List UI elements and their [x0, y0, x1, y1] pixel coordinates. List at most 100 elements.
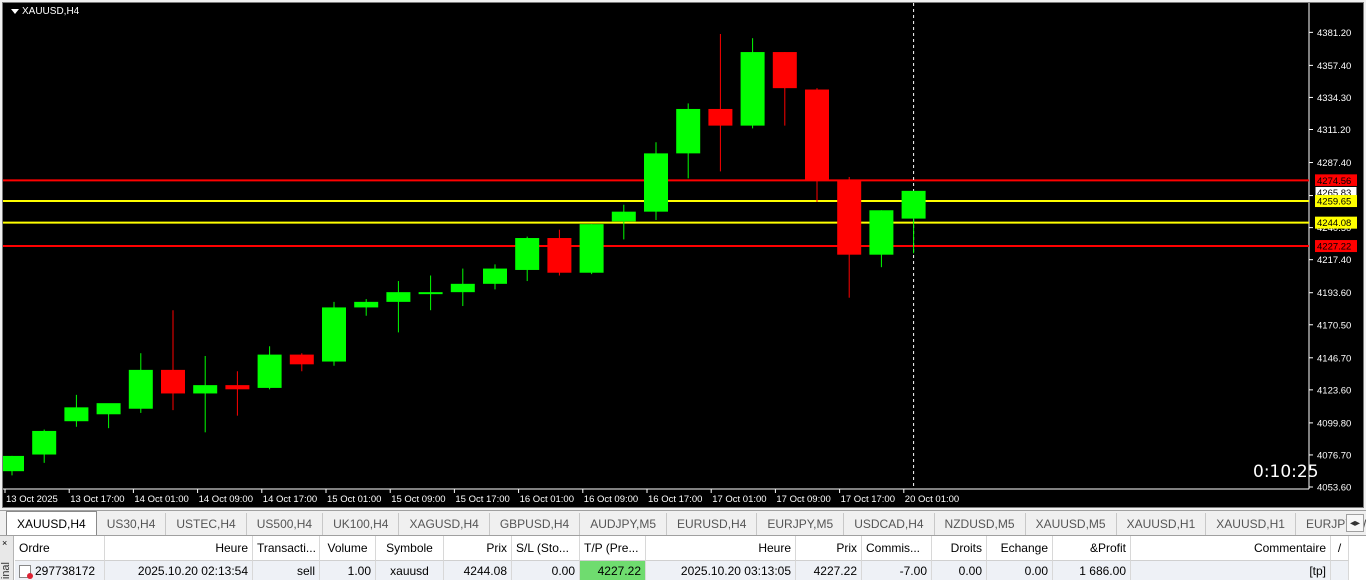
tab-usdcad-h4[interactable]: USDCAD,H4 — [844, 513, 935, 535]
tab-scroll-arrows-icon[interactable]: ◂▸ — [1346, 514, 1364, 532]
bull-candle — [901, 190, 926, 219]
price-tick-label: 4311.20 — [1317, 125, 1351, 136]
time-tick-label: 14 Oct 17:00 — [263, 494, 317, 505]
table-cell: [tp] — [1131, 561, 1331, 580]
table-cell: 4227.22 — [796, 561, 862, 580]
table-cell: 1.00 — [320, 561, 376, 580]
table-row[interactable]: 297738172 2025.10.20 02:13:54 sell 1.00 xauu… — [15, 561, 1349, 580]
bull-candle — [96, 403, 121, 415]
column-header[interactable]: Prix — [444, 536, 512, 561]
column-header[interactable]: / — [1331, 536, 1349, 561]
price-tick-label: 4287.40 — [1317, 158, 1351, 169]
time-tick-label: 17 Oct 17:00 — [841, 494, 895, 505]
chart-area[interactable]: 4381.204357.404334.304311.204287.404263.… — [2, 2, 1364, 508]
table-cell-value: 0.00 — [551, 564, 575, 578]
tab-gbpusd-h4[interactable]: GBPUSD,H4 — [490, 513, 581, 535]
table-cell: 2025.10.20 03:13:05 — [646, 561, 796, 580]
tab-us500-h4[interactable]: US500,H4 — [247, 513, 324, 535]
column-header[interactable]: Echange — [987, 536, 1053, 561]
time-tick-label: 13 Oct 2025 — [6, 494, 58, 505]
price-tick-label: 4334.30 — [1317, 93, 1351, 104]
time-tick-label: 17 Oct 09:00 — [776, 494, 830, 505]
price-tick-label: 4381.20 — [1317, 28, 1351, 39]
bull-candle — [386, 292, 411, 302]
terminal-side-strip: × inal — [0, 536, 14, 580]
column-header[interactable]: &Profit — [1053, 536, 1131, 561]
close-icon[interactable]: × — [2, 538, 7, 548]
tab-xauusd-h1[interactable]: XAUUSD,H1 — [1206, 513, 1296, 535]
tab-nzdusd-m5[interactable]: NZDUSD,M5 — [935, 513, 1026, 535]
bull-candle — [740, 52, 765, 126]
table-cell-value: 1.00 — [347, 564, 371, 578]
terminal-app: 4381.204357.404334.304311.204287.404263.… — [0, 0, 1366, 580]
time-tick-label: 15 Oct 17:00 — [455, 494, 509, 505]
price-label-text: 4227.22 — [1317, 242, 1351, 253]
table-cell: sell — [253, 561, 320, 580]
table-cell: 0.00 — [932, 561, 987, 580]
tab-xauusd-h1[interactable]: XAUUSD,H1 — [1117, 513, 1207, 535]
price-tick-label: 4099.80 — [1317, 418, 1351, 429]
chart-title: XAUUSD,H4 — [11, 6, 79, 17]
table-cell: 0.00 — [987, 561, 1053, 580]
table-cell-value: 4227.22 — [597, 564, 641, 578]
bull-candle — [611, 211, 636, 222]
bear-candle — [289, 354, 314, 365]
tab-xauusd-m5[interactable]: XAUUSD,M5 — [1026, 513, 1117, 535]
table-cell-value: 297738172 — [35, 564, 96, 578]
time-tick-label: 15 Oct 09:00 — [391, 494, 445, 505]
bull-candle — [579, 224, 604, 273]
tab-xagusd-h4[interactable]: XAGUSD,H4 — [399, 513, 490, 535]
tab-xauusd-h4[interactable]: XAUUSD,H4 — [6, 511, 97, 535]
price-tick-label: 4357.40 — [1317, 61, 1351, 72]
column-header[interactable]: Symbole — [376, 536, 444, 561]
tab-ustec-h4[interactable]: USTEC,H4 — [166, 513, 247, 535]
bear-candle — [772, 52, 797, 89]
column-header[interactable]: Heure — [105, 536, 253, 561]
column-header[interactable]: S/L (Sto... — [512, 536, 580, 561]
bull-candle — [64, 407, 89, 422]
tab-us30-h4[interactable]: US30,H4 — [97, 513, 167, 535]
column-header[interactable]: Commentaire — [1131, 536, 1331, 561]
table-cell-value: 1 686.00 — [1079, 564, 1126, 578]
table-cell-value: xauusd — [390, 564, 429, 578]
tab-eurjpy-m5[interactable]: EURJPY,M5 — [757, 513, 845, 535]
time-tick-label: 13 Oct 17:00 — [70, 494, 124, 505]
column-header[interactable]: T/P (Pre... — [580, 536, 646, 561]
time-tick-label: 16 Oct 09:00 — [584, 494, 638, 505]
bear-candle — [837, 179, 862, 255]
table-cell-value: [tp] — [1309, 564, 1326, 578]
time-tick-label: 15 Oct 01:00 — [327, 494, 381, 505]
table-cell: 2025.10.20 02:13:54 — [105, 561, 253, 580]
price-chart[interactable]: 4381.204357.404334.304311.204287.404263.… — [3, 3, 1363, 507]
table-cell: 4244.08 — [444, 561, 512, 580]
table-cell: 4227.22 — [580, 561, 646, 580]
table-cell — [1331, 561, 1349, 580]
price-tick-label: 4123.60 — [1317, 385, 1351, 396]
column-header[interactable]: Volume — [320, 536, 376, 561]
table-cell: -7.00 — [862, 561, 932, 580]
time-tick-label: 20 Oct 01:00 — [905, 494, 959, 505]
tab-uk100-h4[interactable]: UK100,H4 — [323, 513, 400, 535]
column-header[interactable]: Heure — [646, 536, 796, 561]
bull-candle — [418, 292, 443, 295]
time-tick-label: 14 Oct 01:00 — [134, 494, 188, 505]
column-header[interactable]: Transacti... — [253, 536, 320, 561]
column-header[interactable]: Commis... — [862, 536, 932, 561]
price-label-text: 4244.08 — [1317, 218, 1351, 229]
column-header[interactable]: Droits — [932, 536, 987, 561]
table-cell-value: 0.00 — [1024, 564, 1048, 578]
chart-menu-icon[interactable] — [11, 9, 19, 14]
order-sell-icon — [19, 564, 33, 579]
table-header: Ordre Heure Transacti... Volume Symbole Prix S… — [15, 536, 1349, 561]
column-header[interactable]: Ordre — [15, 536, 105, 561]
tab-eurusd-h4[interactable]: EURUSD,H4 — [667, 513, 758, 535]
price-tick-label: 4076.70 — [1317, 450, 1351, 461]
bull-candle — [483, 268, 507, 284]
tab-audjpy-m5[interactable]: AUDJPY,M5 — [580, 513, 668, 535]
time-tick-label: 14 Oct 09:00 — [199, 494, 253, 505]
bull-candle — [193, 385, 218, 394]
price-tick-label: 4217.40 — [1317, 255, 1351, 266]
table-cell-value: 4227.22 — [813, 564, 857, 578]
column-header[interactable]: Prix — [796, 536, 862, 561]
bull-candle — [644, 153, 668, 212]
